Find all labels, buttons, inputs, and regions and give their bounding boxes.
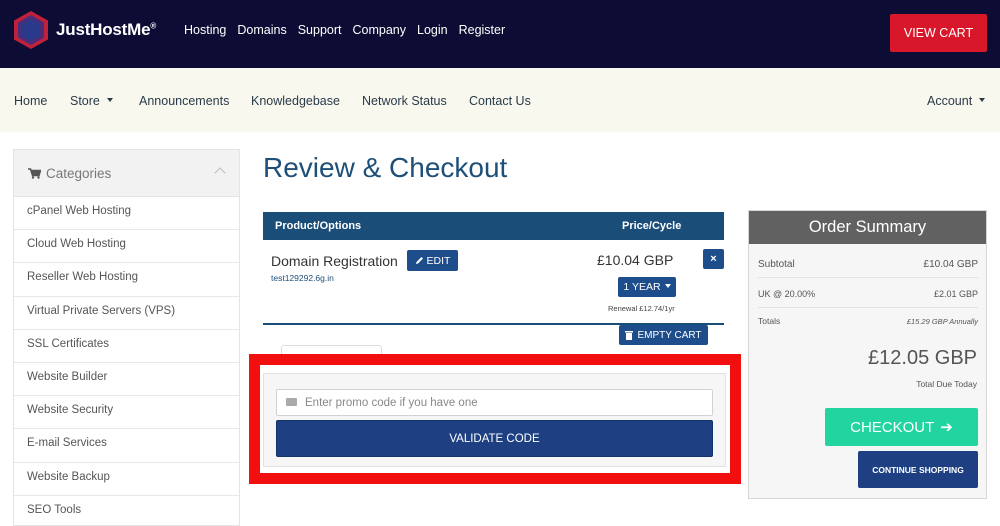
category-item[interactable]: Website Security <box>14 396 239 430</box>
nav-account-label: Account <box>927 94 973 108</box>
pencil-icon <box>415 257 423 264</box>
billing-cycle-label: 1 YEAR <box>623 281 661 293</box>
brand-name[interactable]: JustHostMe® <box>56 20 156 40</box>
product-name: Domain Registration <box>271 253 398 269</box>
cart-item-row: Domain Registration EDIT test129292.6g.i… <box>263 240 724 325</box>
view-cart-button[interactable]: VIEW CART <box>890 14 987 52</box>
empty-cart-label: EMPTY CART <box>637 329 702 341</box>
topnav-hosting[interactable]: Hosting <box>184 23 226 37</box>
caret-down-icon <box>664 284 671 288</box>
item-price: £10.04 GBP <box>597 252 674 268</box>
column-product: Product/Options <box>275 220 362 232</box>
renewal-price: Renewal £12.74/1yr <box>608 304 675 313</box>
nav-home[interactable]: Home <box>14 94 47 108</box>
tax-label: UK @ 20.00% <box>758 289 816 299</box>
checkout-label: CHECKOUT <box>850 418 935 436</box>
category-item[interactable]: Cloud Web Hosting <box>14 230 239 264</box>
categories-sidebar: Categories cPanel Web Hosting Cloud Web … <box>13 149 240 526</box>
order-summary-title: Order Summary <box>749 211 986 244</box>
category-item[interactable]: Virtual Private Servers (VPS) <box>14 297 239 330</box>
cart-table-header: Product/Options Price/Cycle <box>263 212 724 240</box>
column-price: Price/Cycle <box>622 220 682 232</box>
topnav-support[interactable]: Support <box>298 23 342 37</box>
nav-store[interactable]: Store <box>70 94 113 108</box>
subtotal-label: Subtotal <box>758 259 795 270</box>
totals-row: Totals £15.29 GBP Annually <box>758 305 978 335</box>
subtotal-row: Subtotal £10.04 GBP <box>758 248 978 278</box>
edit-button[interactable]: EDIT <box>407 250 458 271</box>
totals-label: Totals <box>758 316 781 326</box>
categories-list: cPanel Web Hosting Cloud Web Hosting Res… <box>14 197 239 526</box>
page-title: Review & Checkout <box>263 152 508 183</box>
logo-icon[interactable] <box>14 11 48 49</box>
tax-value: £2.01 GBP <box>933 289 978 299</box>
categories-title: Categories <box>46 166 112 181</box>
empty-cart-button[interactable]: EMPTY CART <box>619 325 708 345</box>
nav-network-status[interactable]: Network Status <box>362 94 447 108</box>
billing-cycle-dropdown[interactable]: 1 YEAR <box>618 277 676 297</box>
edit-label: EDIT <box>426 254 451 267</box>
chevron-up-icon[interactable] <box>214 167 226 179</box>
total-due-label: Total Due Today <box>916 379 977 389</box>
top-nav: Hosting Domains Support Company Login Re… <box>184 23 516 37</box>
arrow-right-icon: ➔ <box>940 419 953 436</box>
tax-row: UK @ 20.00% £2.01 GBP <box>758 278 978 308</box>
category-item[interactable]: Website Backup <box>14 463 239 496</box>
topnav-domains[interactable]: Domains <box>237 23 286 37</box>
caret-down-icon <box>106 97 113 102</box>
domain-name: test129292.6g.in <box>271 273 334 283</box>
topnav-login[interactable]: Login <box>417 23 448 37</box>
close-icon: × <box>710 253 717 265</box>
category-item[interactable]: SEO Tools <box>14 496 239 526</box>
categories-header[interactable]: Categories <box>14 150 239 197</box>
shopping-cart-icon <box>28 168 41 179</box>
highlight-box <box>249 354 741 484</box>
category-item[interactable]: Website Builder <box>14 363 239 397</box>
nav-knowledgebase[interactable]: Knowledgebase <box>251 94 340 108</box>
total-due-amount: £12.05 GBP <box>868 347 977 369</box>
secondary-nav: Home Store Announcements Knowledgebase N… <box>0 68 1000 132</box>
order-summary: Order Summary Subtotal £10.04 GBP UK @ 2… <box>748 210 987 499</box>
remove-item-button[interactable]: × <box>703 249 724 269</box>
category-item[interactable]: E-mail Services <box>14 429 239 463</box>
nav-announcements[interactable]: Announcements <box>139 94 229 108</box>
topnav-register[interactable]: Register <box>459 23 506 37</box>
category-item[interactable]: SSL Certificates <box>14 330 239 363</box>
trash-icon <box>625 331 634 340</box>
continue-shopping-button[interactable]: CONTINUE SHOPPING <box>858 451 978 488</box>
nav-contact-us[interactable]: Contact Us <box>469 94 531 108</box>
caret-down-icon <box>979 97 986 102</box>
category-item[interactable]: cPanel Web Hosting <box>14 197 239 231</box>
subtotal-value: £10.04 GBP <box>923 259 978 270</box>
nav-store-label: Store <box>70 94 100 108</box>
topnav-company[interactable]: Company <box>353 23 407 37</box>
checkout-button[interactable]: CHECKOUT ➔ <box>825 408 978 446</box>
top-header: JustHostMe® Hosting Domains Support Comp… <box>0 0 1000 68</box>
category-item[interactable]: Reseller Web Hosting <box>14 263 239 297</box>
nav-account[interactable]: Account <box>927 94 986 108</box>
totals-value: £15.29 GBP Annually <box>906 317 978 326</box>
